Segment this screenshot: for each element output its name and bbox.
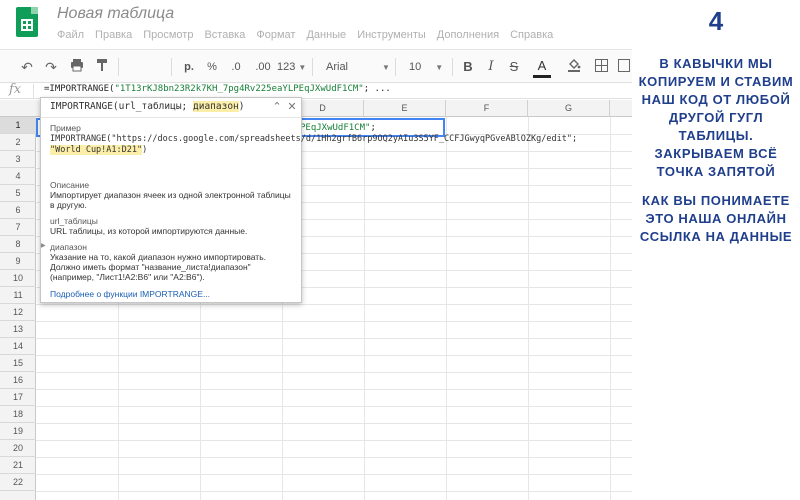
row-header[interactable]: 3: [0, 151, 36, 168]
function-help-tooltip: IMPORTRANGE(url_таблицы; диапазон) ⌃ ✕ П…: [40, 97, 577, 303]
bold-icon[interactable]: B: [460, 58, 476, 76]
menu-view[interactable]: Просмотр: [143, 29, 193, 41]
chevron-down-icon: ▼: [298, 63, 307, 72]
column-header-f[interactable]: F: [446, 100, 528, 117]
example-code-text: IMPORTRANGE("https://docs.google.com/spr…: [50, 134, 578, 144]
row-header[interactable]: 22: [0, 474, 36, 491]
expand-arrow-icon[interactable]: ▶: [41, 242, 46, 249]
italic-icon[interactable]: I: [484, 58, 498, 76]
increase-decimal-button[interactable]: .00: [252, 58, 274, 76]
row-header[interactable]: 4: [0, 168, 36, 185]
chevron-down-icon: ▼: [435, 63, 444, 72]
example-title: Пример: [50, 123, 81, 133]
row-header[interactable]: 13: [0, 321, 36, 338]
column-header-g[interactable]: G: [528, 100, 610, 117]
row-header[interactable]: 11: [0, 287, 36, 304]
row-header[interactable]: 10: [0, 270, 36, 287]
menu-bar: Файл Правка Просмотр Вставка Формат Данн…: [57, 29, 564, 41]
signature-highlighted-arg: диапазон: [193, 101, 239, 112]
row-header[interactable]: 2: [0, 134, 36, 151]
menu-file[interactable]: Файл: [57, 29, 84, 41]
toolbar: ↶ ↷ р. % .0 .00 123 ▼ Arial ▼ 10 ▼ B I S A: [0, 49, 632, 83]
row-header[interactable]: 6: [0, 202, 36, 219]
tooltip-header: IMPORTRANGE(url_таблицы; диапазон) ⌃ ✕: [41, 98, 301, 118]
fill-color-icon[interactable]: [566, 58, 582, 76]
formula-prefix: =IMPORTRANGE(: [44, 84, 115, 94]
chevron-down-icon: ▼: [382, 63, 390, 72]
font-size-dropdown[interactable]: 10 ▼: [403, 58, 447, 76]
cell-formula-text: PEqJXwUdF1CM";: [300, 123, 376, 133]
step-explanation-text: КАК ВЫ ПОНИМАЕТЕ ЭТО НАША ОНЛАЙН ССЫЛКА …: [639, 193, 793, 244]
url-arg-title: url_таблицы: [50, 216, 98, 226]
row-header[interactable]: 1: [0, 117, 36, 134]
row-header[interactable]: 5: [0, 185, 36, 202]
menu-format[interactable]: Формат: [256, 29, 295, 41]
row-header[interactable]: 8: [0, 236, 36, 253]
merge-cells-icon[interactable]: [617, 58, 631, 76]
more-formats-label: 123: [277, 61, 296, 73]
title-bar: Новая таблица Файл Правка Просмотр Встав…: [0, 0, 632, 48]
text-color-icon[interactable]: A: [533, 58, 551, 78]
description-title: Описание: [50, 180, 90, 190]
menu-tools[interactable]: Инструменты: [357, 29, 426, 41]
menu-insert[interactable]: Вставка: [204, 29, 245, 41]
decrease-decimal-button[interactable]: .0: [226, 58, 246, 76]
strikethrough-icon[interactable]: S: [506, 58, 522, 76]
function-signature: IMPORTRANGE(url_таблицы; диапазон): [50, 101, 245, 112]
row-header[interactable]: 9: [0, 253, 36, 270]
column-header-e[interactable]: E: [364, 100, 446, 117]
borders-icon[interactable]: [593, 58, 609, 76]
close-icon[interactable]: ✕: [285, 100, 299, 114]
menu-edit[interactable]: Правка: [95, 29, 132, 41]
row-header[interactable]: 19: [0, 423, 36, 440]
row-header[interactable]: 7: [0, 219, 36, 236]
redo-icon[interactable]: ↷: [42, 58, 60, 76]
sheets-window: Новая таблица Файл Правка Просмотр Встав…: [0, 0, 632, 500]
document-title[interactable]: Новая таблица: [57, 5, 174, 23]
description-text: Импортирует диапазон ячеек из одной элек…: [50, 190, 291, 210]
step-instruction-text: В КАВЫЧКИ МЫ КОПИРУЕМ И СТАВИМ НАШ КОД О…: [638, 56, 794, 179]
url-arg-text: URL таблицы, из которой импортируются да…: [50, 226, 248, 236]
example-highlighted-arg: "World Cup!A1:D21": [50, 145, 143, 155]
step-number: 4: [708, 6, 724, 36]
font-family-label: Arial: [326, 61, 349, 73]
example-end: ): [142, 145, 148, 155]
row-header[interactable]: 14: [0, 338, 36, 355]
row-header-column: 1 2 3 4 5 6 7 8 9 10 11 12 13 14 15 16 1…: [0, 117, 36, 500]
fx-icon: fx: [9, 82, 22, 97]
font-size-label: 10: [409, 61, 422, 73]
undo-icon[interactable]: ↶: [18, 58, 36, 76]
format-currency-button[interactable]: р.: [180, 58, 198, 76]
print-icon[interactable]: [67, 58, 87, 76]
row-header[interactable]: 15: [0, 355, 36, 372]
collapse-icon[interactable]: ⌃: [270, 100, 284, 114]
font-family-dropdown[interactable]: Arial ▼: [320, 58, 390, 76]
cell-formula-suffix: ;: [370, 123, 376, 133]
format-percent-button[interactable]: %: [204, 58, 220, 76]
menu-data[interactable]: Данные: [306, 29, 346, 41]
formula-input[interactable]: =IMPORTRANGE("1T13rKJ8bn23R2k7KH_7pg4Rv2…: [44, 84, 391, 94]
menu-help[interactable]: Справка: [510, 29, 553, 41]
paint-format-icon[interactable]: [93, 58, 111, 76]
cell-formula-value: PEqJXwUdF1CM": [300, 123, 371, 133]
row-header[interactable]: 16: [0, 372, 36, 389]
row-header[interactable]: 12: [0, 304, 36, 321]
example-code: IMPORTRANGE("https://docs.google.com/spr…: [50, 134, 577, 156]
row-header[interactable]: 18: [0, 406, 36, 423]
formula-url-argument: "1T13rKJ8bn23R2k7KH_7pg4Rv225eaYLPEqJXwU…: [114, 84, 364, 94]
signature-end: ): [238, 101, 245, 112]
learn-more-link[interactable]: Подробнее о функции IMPORTRANGE...: [50, 289, 210, 299]
formula-suffix: ; ...: [363, 84, 391, 94]
signature-text: IMPORTRANGE(url_таблицы;: [50, 101, 193, 112]
row-header[interactable]: 20: [0, 440, 36, 457]
sheets-logo-icon[interactable]: [16, 7, 38, 37]
more-formats-dropdown[interactable]: 123 ▼: [277, 58, 307, 76]
range-arg-text: Указание на то, какой диапазон нужно имп…: [50, 252, 266, 282]
range-arg-title: диапазон: [50, 242, 87, 252]
row-header[interactable]: 17: [0, 389, 36, 406]
menu-addons[interactable]: Дополнения: [437, 29, 499, 41]
row-header[interactable]: 21: [0, 457, 36, 474]
annotation-panel: 4 В КАВЫЧКИ МЫ КОПИРУЕМ И СТАВИМ НАШ КОД…: [632, 0, 800, 500]
